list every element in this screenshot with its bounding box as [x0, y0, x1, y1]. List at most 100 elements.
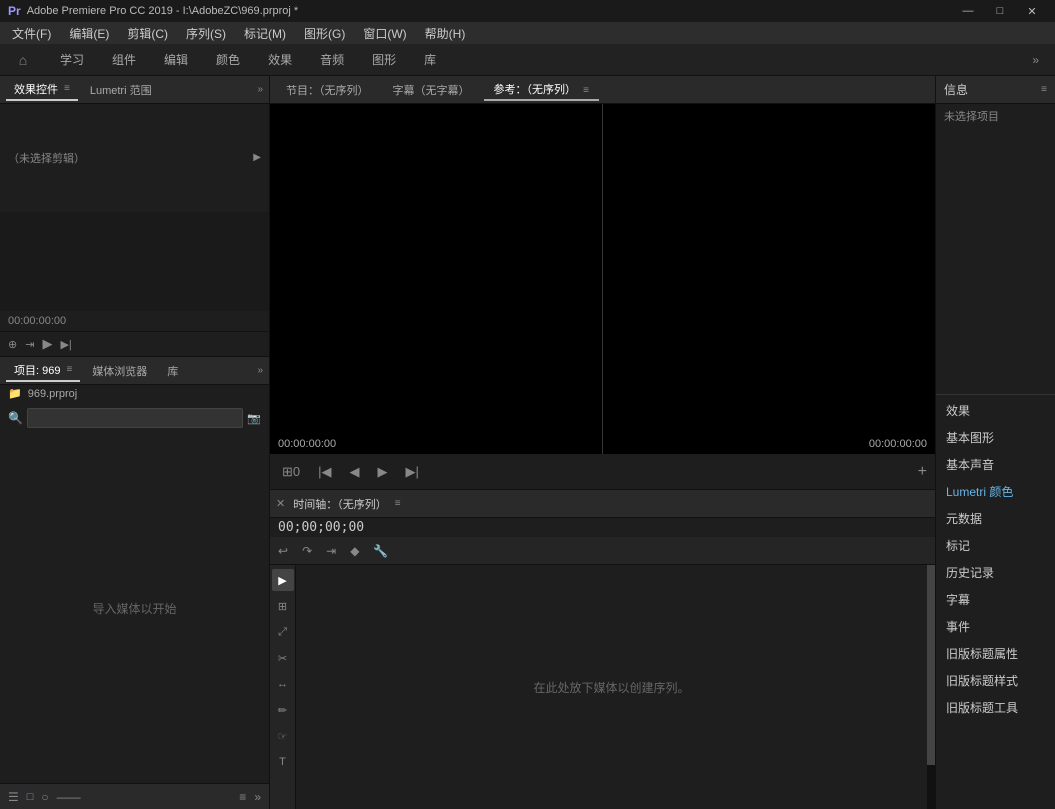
- tab-program-monitor[interactable]: 节目：（无序列）: [276, 80, 379, 100]
- ctrl-fit-icon[interactable]: ⊞0: [278, 462, 304, 482]
- workspace-more-btn[interactable]: »: [1024, 49, 1047, 71]
- preview-add-button[interactable]: +: [918, 463, 927, 481]
- project-slider[interactable]: ——: [57, 790, 232, 804]
- right-panel-item-captions[interactable]: 字幕: [936, 586, 1055, 613]
- workspace-home-button[interactable]: ⌂: [8, 46, 38, 74]
- menu-item-s[interactable]: 序列(S): [178, 23, 234, 44]
- workspace-tab-库[interactable]: 库: [410, 46, 450, 74]
- timeline-menu-icon[interactable]: ≡: [395, 498, 401, 509]
- ctrl-go-start-btn[interactable]: |◀: [314, 462, 335, 482]
- right-panel-menu-icon[interactable]: ≡: [1041, 84, 1047, 95]
- menu-item-h[interactable]: 帮助(H): [417, 23, 474, 44]
- workspace-tab-图形[interactable]: 图形: [358, 46, 410, 74]
- tab-project-menu-icon[interactable]: ≡: [66, 364, 72, 375]
- tool-slip-btn[interactable]: ↔: [272, 673, 294, 695]
- right-panel-item-events[interactable]: 事件: [936, 613, 1055, 640]
- project-list-view-btn[interactable]: ☰: [8, 790, 19, 804]
- project-more-btn[interactable]: »: [254, 790, 261, 804]
- tab-lumetri-scope[interactable]: Lumetri 范围: [82, 80, 160, 100]
- workspace-tab-编辑[interactable]: 编辑: [150, 46, 202, 74]
- ec-play-btn[interactable]: ▶: [42, 336, 52, 352]
- project-icon-view-btn[interactable]: □: [27, 791, 34, 803]
- menu-item-m[interactable]: 标记(M): [236, 23, 294, 44]
- tool-select-btn[interactable]: ▶: [272, 569, 294, 591]
- tab-project[interactable]: 项目: 969 ≡: [6, 360, 80, 382]
- workspace-tab-音频[interactable]: 音频: [306, 46, 358, 74]
- right-panel-item-legacy-title-props[interactable]: 旧版标题属性: [936, 640, 1055, 667]
- timeline-content-area: ▶ ⊞ ⤢ ✂ ↔ ✏ ☞ T 在此处放下媒体以创建序列。: [270, 565, 935, 809]
- timeline-vertical-scrollbar[interactable]: [927, 565, 935, 809]
- effect-controls-content: （未选择剪辑） ▶: [0, 104, 269, 212]
- ctrl-step-back-btn[interactable]: ◀: [346, 462, 364, 482]
- menu-item-c[interactable]: 剪辑(C): [119, 23, 176, 44]
- tab-reference-monitor[interactable]: 参考：（无序列） ≡: [484, 79, 599, 101]
- tl-tool-redo[interactable]: ↷: [298, 542, 316, 560]
- tl-tool-snap[interactable]: ⇥: [322, 542, 340, 560]
- ctrl-go-end-btn[interactable]: ▶|: [402, 462, 423, 482]
- workspace-tab-组件[interactable]: 组件: [98, 46, 150, 74]
- tab-project-label: 项目: 969: [14, 362, 60, 378]
- tool-pen-btn[interactable]: ✏: [272, 699, 294, 721]
- menu-item-e[interactable]: 编辑(E): [61, 23, 117, 44]
- project-search-icon: 🔍: [8, 411, 23, 425]
- menu-item-f[interactable]: 文件(F): [4, 23, 59, 44]
- effect-controls-expand[interactable]: »: [257, 84, 263, 95]
- effect-controls-playback: ⊕ ⇥ ▶ ▶|: [0, 331, 269, 356]
- minimize-button[interactable]: —: [953, 0, 983, 22]
- workspace-tab-学习[interactable]: 学习: [46, 46, 98, 74]
- tl-tool-marker[interactable]: ◆: [346, 542, 363, 560]
- project-file-icon: 📁: [8, 387, 22, 400]
- right-panel-item-metadata[interactable]: 元数据: [936, 505, 1055, 532]
- right-panel-item-history[interactable]: 历史记录: [936, 559, 1055, 586]
- right-panel-item-markers[interactable]: 标记: [936, 532, 1055, 559]
- maximize-button[interactable]: □: [985, 0, 1015, 22]
- ec-go-end-btn[interactable]: ▶|: [60, 338, 71, 351]
- right-panel-info-area: 未选择项目: [936, 104, 1055, 394]
- tl-tool-undo[interactable]: ↩: [274, 542, 292, 560]
- title-bar: Pr Adobe Premiere Pro CC 2019 - I:\Adobe…: [0, 0, 1055, 22]
- project-panel-expand[interactable]: »: [257, 365, 263, 376]
- ec-play-in-icon: ⇥: [25, 338, 34, 351]
- tab-effect-controls-menu[interactable]: ≡: [64, 83, 70, 94]
- ec-play-out-icon: ⊕: [8, 338, 17, 351]
- timeline-close-btn[interactable]: ✕: [276, 497, 285, 510]
- tool-panel: ▶ ⊞ ⤢ ✂ ↔ ✏ ☞ T: [270, 565, 296, 809]
- ctrl-play-btn[interactable]: ▶: [374, 462, 392, 482]
- tab-reference-menu-icon[interactable]: ≡: [583, 85, 589, 96]
- right-panel-item-legacy-title-tools[interactable]: 旧版标题工具: [936, 694, 1055, 721]
- workspace-tab-颜色[interactable]: 颜色: [202, 46, 254, 74]
- timeline-tab-bar: ✕ 时间轴：（无序列） ≡: [270, 490, 935, 518]
- tab-effect-controls[interactable]: 效果控件 ≡: [6, 79, 78, 101]
- right-panel-item-essential-graphics[interactable]: 基本图形: [936, 424, 1055, 451]
- tool-ripple-btn[interactable]: ⊞: [272, 595, 294, 617]
- workspace-tab-效果[interactable]: 效果: [254, 46, 306, 74]
- right-panel-item-essential-sound[interactable]: 基本声音: [936, 451, 1055, 478]
- tl-tool-settings[interactable]: 🔧: [369, 542, 392, 560]
- tab-library[interactable]: 库: [159, 361, 186, 381]
- tool-hand-btn[interactable]: ☞: [272, 725, 294, 747]
- tab-media-browser-label: 媒体浏览器: [92, 363, 147, 379]
- project-search-input[interactable]: [27, 408, 243, 428]
- right-panel-header-label: 信息: [944, 81, 968, 98]
- tab-captions-monitor[interactable]: 字幕（无字幕）: [383, 80, 480, 100]
- menu-item-g[interactable]: 图形(G): [296, 23, 353, 44]
- tab-media-browser[interactable]: 媒体浏览器: [84, 361, 155, 381]
- project-tab-bar: 项目: 969 ≡ 媒体浏览器 库 »: [0, 357, 269, 385]
- right-panel-item-effects[interactable]: 效果: [936, 397, 1055, 424]
- project-camera-icon[interactable]: 📷: [247, 412, 261, 425]
- right-panel-item-legacy-title-styles[interactable]: 旧版标题样式: [936, 667, 1055, 694]
- timeline-scrollbar-thumb[interactable]: [927, 565, 935, 765]
- tab-reference-label: 参考：（无序列）: [494, 84, 577, 96]
- project-empty-text: 导入媒体以开始: [92, 600, 176, 617]
- menu-item-w[interactable]: 窗口(W): [355, 23, 414, 44]
- menu-bar: 文件(F)编辑(E)剪辑(C)序列(S)标记(M)图形(G)窗口(W)帮助(H): [0, 22, 1055, 44]
- close-button[interactable]: ✕: [1017, 0, 1047, 22]
- tool-text-btn[interactable]: T: [272, 751, 294, 773]
- project-sort-btn[interactable]: ≡: [239, 790, 246, 804]
- tool-move-btn[interactable]: ⤢: [272, 621, 294, 643]
- right-panel-item-lumetri-color[interactable]: Lumetri 颜色: [936, 478, 1055, 505]
- project-freeform-btn[interactable]: ○: [41, 790, 48, 804]
- tab-lumetri-scope-label: Lumetri 范围: [90, 82, 152, 98]
- tool-razor-btn[interactable]: ✂: [272, 647, 294, 669]
- effect-controls-timecode: 00:00:00:00: [0, 311, 269, 331]
